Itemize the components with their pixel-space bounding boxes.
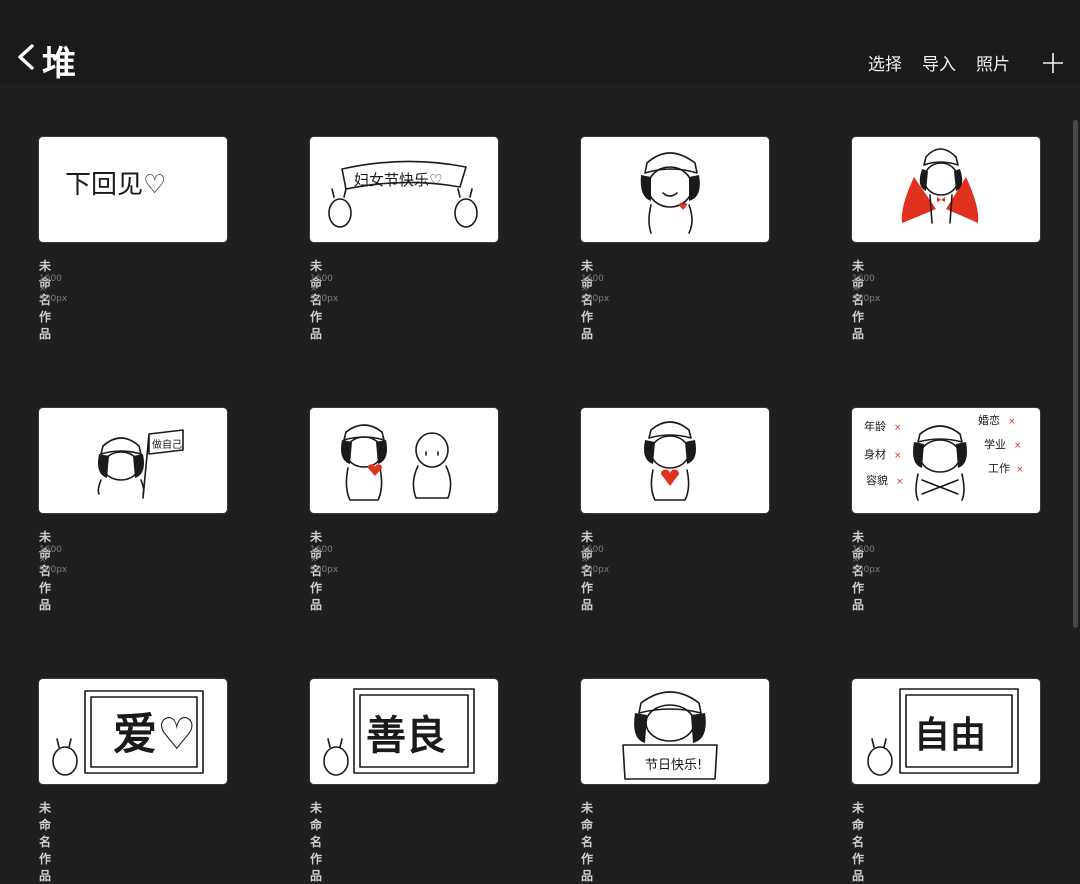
artwork-size: 1600 × 900px (39, 274, 68, 304)
artwork-size: 1600 × 900px (852, 274, 881, 304)
artwork-drawing: 善良 (323, 688, 475, 776)
thumb-word: 工作 (988, 462, 1010, 475)
artwork-drawing: 自由 (867, 688, 1019, 776)
artwork-drawing: 年龄 身材 容貌 婚恋 学业 工作 × × × × × × (864, 413, 1024, 501)
svg-text:×: × (896, 477, 904, 487)
thumb-text: 节日快乐! (645, 758, 702, 773)
svg-text:×: × (894, 451, 902, 461)
thumb-text: 爱♡ (113, 709, 196, 760)
page-title: 堆 (42, 44, 77, 84)
artwork-title: 未命名作品 (310, 801, 323, 883)
artwork-size: 1600 × 900px (581, 545, 610, 575)
svg-text:×: × (894, 423, 902, 433)
svg-text:×: × (1014, 441, 1022, 451)
plus-icon[interactable] (1042, 52, 1064, 74)
artwork-drawing (640, 152, 700, 234)
artwork-thumbnail[interactable] (852, 137, 1040, 242)
artwork-size: 1600 × 900px (310, 545, 339, 575)
svg-text:×: × (1016, 465, 1024, 475)
artwork-title: 未命名作品 (39, 801, 52, 883)
artwork-drawing (341, 424, 452, 501)
thumb-word: 婚恋 (978, 413, 1000, 427)
thumb-word: 身材 (864, 447, 886, 461)
artwork-size: 1600 × 900px (581, 274, 610, 304)
select-button[interactable]: 选择 (868, 50, 902, 75)
artwork-thumbnail[interactable] (310, 408, 498, 513)
top-bar: 堆 选择 导入 照片 (0, 0, 1080, 84)
artwork-drawing: 妇女节快乐♡ (328, 160, 478, 228)
artwork-thumbnail[interactable]: 爱♡ (39, 679, 227, 784)
artwork-thumbnail[interactable]: 下回见♡ (39, 137, 227, 242)
thumb-word: 年龄 (864, 419, 886, 433)
artwork-thumbnail[interactable]: 善良 (310, 679, 498, 784)
artwork-drawing: 节日快乐! (622, 691, 718, 780)
artwork-thumbnail[interactable] (581, 137, 769, 242)
thumb-text: 善良 (366, 713, 446, 759)
artwork-title: 未命名作品 (852, 801, 865, 883)
thumb-text: 下回见♡ (65, 170, 166, 200)
thumb-text: 妇女节快乐♡ (354, 171, 442, 189)
artwork-thumbnail[interactable]: 年龄 身材 容貌 婚恋 学业 工作 × × × × × × (852, 408, 1040, 513)
artwork-drawing: 做自己 (97, 429, 184, 499)
import-button[interactable]: 导入 (922, 50, 956, 75)
artwork-thumbnail[interactable]: 节日快乐! (581, 679, 769, 784)
artwork-size: 1600 × 900px (310, 274, 339, 304)
artwork-drawing: 爱♡ (52, 690, 204, 776)
artwork-drawing (901, 148, 979, 224)
artwork-thumbnail[interactable]: 做自己 (39, 408, 227, 513)
artwork-thumbnail[interactable]: 自由 (852, 679, 1040, 784)
chevron-left-icon[interactable] (14, 40, 38, 74)
thumb-word: 容貌 (866, 473, 888, 487)
thumb-text: 自由 (914, 715, 986, 756)
artwork-size: 1600 × 900px (39, 545, 68, 575)
artwork-drawing (644, 421, 696, 501)
thumb-word: 学业 (984, 437, 1006, 451)
thumb-text: 做自己 (152, 438, 182, 451)
artwork-drawing: 下回见♡ (65, 170, 166, 200)
artwork-thumbnail[interactable]: 妇女节快乐♡ (310, 137, 498, 242)
svg-text:×: × (1008, 417, 1016, 427)
scrollbar[interactable] (1073, 120, 1078, 628)
toolbar: 选择 导入 照片 (848, 50, 1064, 75)
artwork-thumbnail[interactable] (581, 408, 769, 513)
artwork-size: 1600 × 900px (852, 545, 881, 575)
photos-button[interactable]: 照片 (976, 50, 1010, 75)
artwork-title: 未命名作品 (581, 801, 594, 883)
